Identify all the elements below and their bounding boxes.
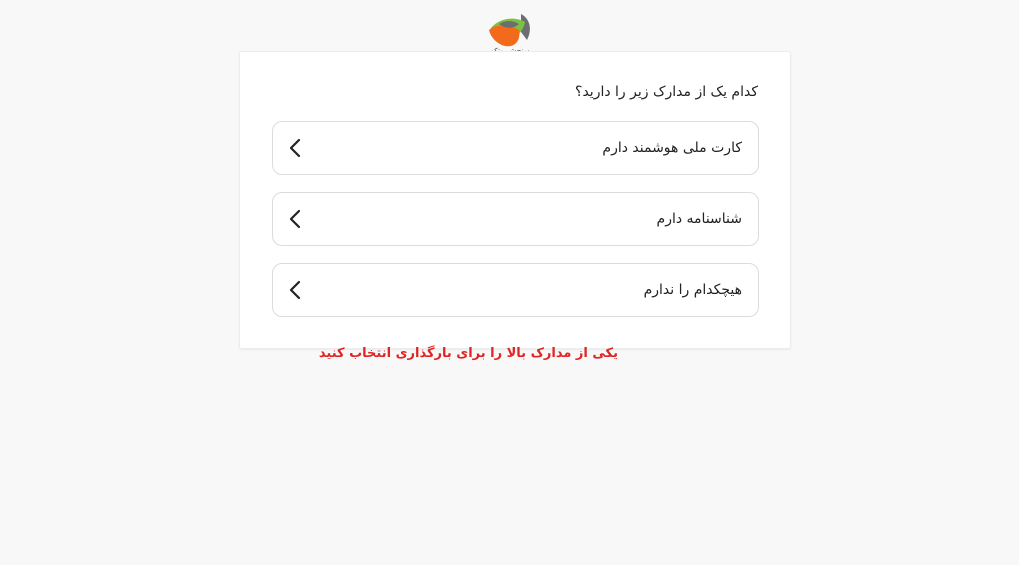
document-selection-card: کدام یک از مدارک زیر را دارید؟ کارت ملی …	[239, 51, 791, 349]
error-message: یکی از مدارک بالا را برای بارگذاری انتخا…	[318, 346, 618, 361]
chevron-left-icon	[287, 209, 303, 229]
option-birth-certificate[interactable]: شناسنامه دارم	[272, 192, 759, 246]
option-smart-national-id[interactable]: کارت ملی هوشمند دارم	[272, 121, 759, 175]
chevron-left-icon	[287, 280, 303, 300]
option-label: هیچکدام را ندارم	[643, 282, 742, 298]
option-label: شناسنامه دارم	[656, 211, 742, 227]
option-none[interactable]: هیچکدام را ندارم	[272, 263, 759, 317]
chevron-left-icon	[287, 138, 303, 158]
option-label: کارت ملی هوشمند دارم	[602, 140, 742, 156]
question-text: کدام یک از مدارک زیر را دارید؟	[575, 84, 758, 100]
